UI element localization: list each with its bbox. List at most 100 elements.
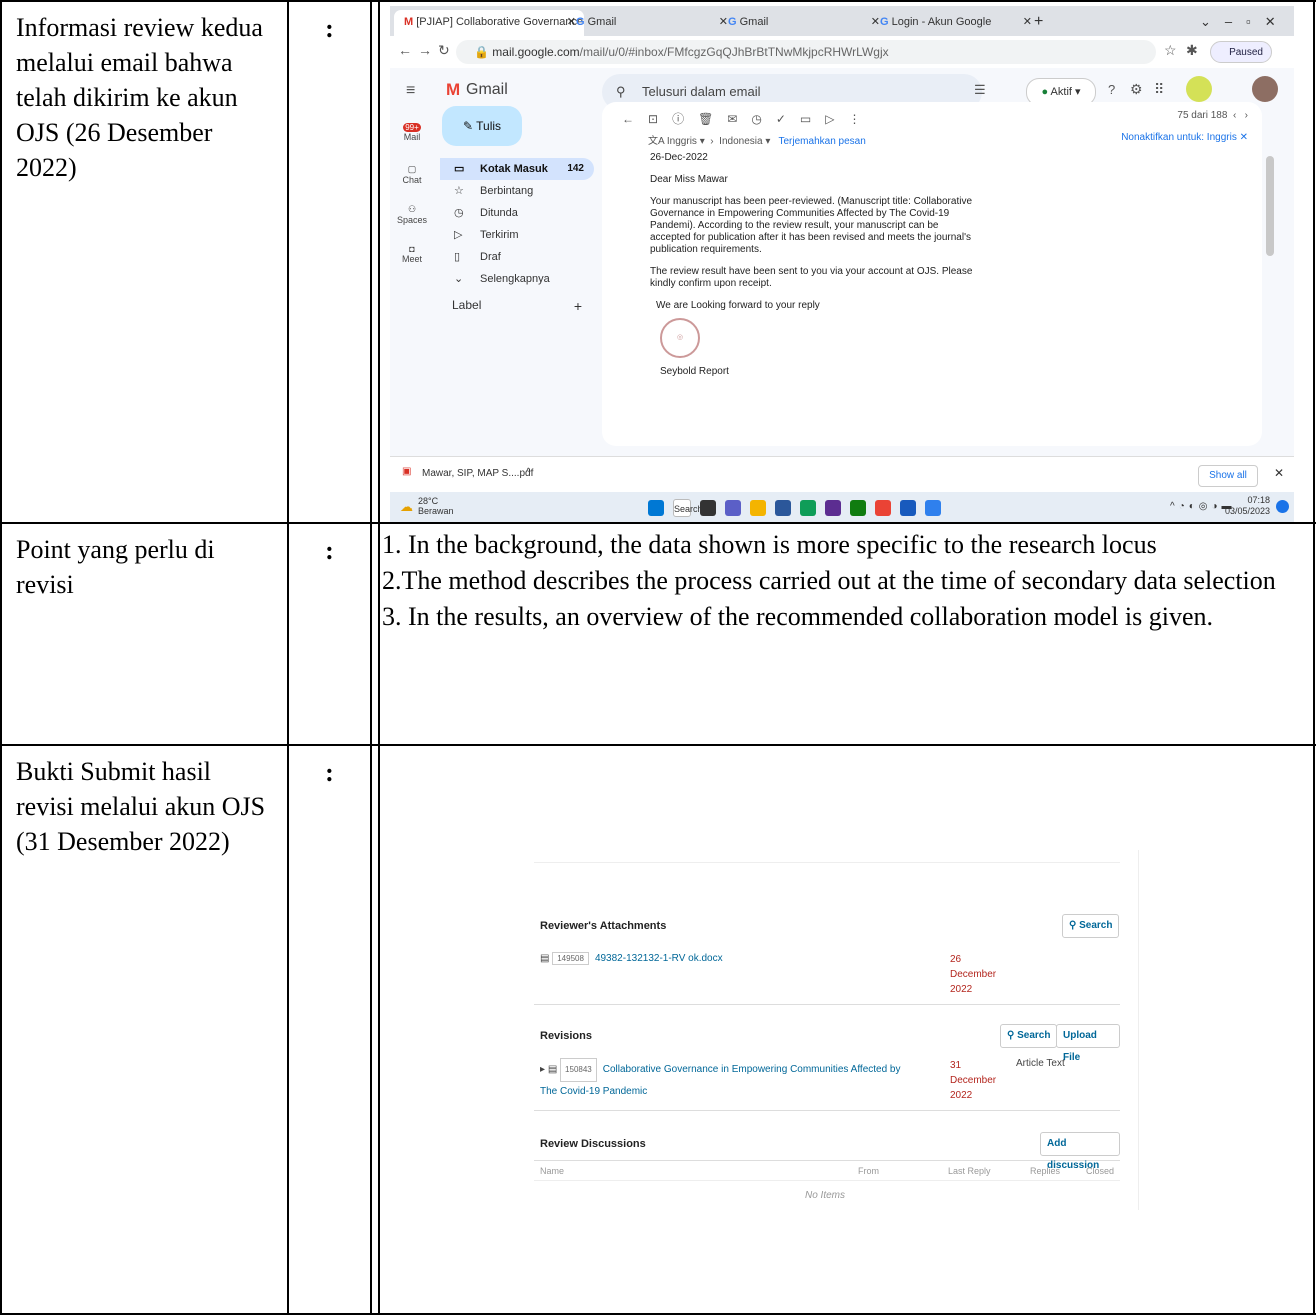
translate-link[interactable]: Terjemahkan pesan [779, 136, 866, 147]
photos-icon[interactable] [925, 500, 941, 516]
archive-icon[interactable]: ⊡ [648, 112, 672, 126]
file-link[interactable]: Collaborative Governance in Empowering C… [603, 1064, 901, 1075]
folder-more[interactable]: ⌄ Selengkapnya [440, 268, 594, 290]
more-icon[interactable]: ⋮ [849, 112, 875, 126]
email-paragraph: We are Looking forward to your reply [656, 300, 820, 311]
apps-grid-icon[interactable]: ⠿ [1154, 81, 1164, 98]
expand-icon[interactable]: ▸ [540, 1064, 548, 1075]
filter-icon[interactable]: ☰ [974, 82, 986, 98]
report-icon[interactable]: ⓘ [672, 112, 698, 126]
scrollbar[interactable] [1266, 156, 1274, 256]
translate-off-label: Nonaktifkan untuk: Inggris [1121, 132, 1237, 143]
add-discussion-button[interactable]: Add discussion [1040, 1132, 1120, 1171]
label-header: Label [452, 298, 482, 312]
folder-sent[interactable]: ▷ Terkirim [440, 224, 594, 246]
star-icon: ☆ [454, 185, 464, 197]
delete-icon[interactable]: 🗑 [698, 112, 727, 126]
store-icon[interactable] [775, 500, 791, 516]
browser-tab[interactable]: M [PJIAP] Collaborative Governance ✕ [394, 10, 584, 36]
show-all-button[interactable]: Show all [1198, 465, 1258, 487]
back-icon[interactable]: ← [622, 112, 648, 126]
word-icon[interactable] [900, 500, 916, 516]
rail-chat[interactable]: ▢ Chat [390, 164, 434, 185]
add-label-icon[interactable]: + [574, 298, 582, 314]
taskview-icon[interactable] [700, 500, 716, 516]
date-month: December [950, 1075, 997, 1086]
column-header: Last Reply [948, 1166, 991, 1176]
forward-icon[interactable]: → [418, 42, 432, 58]
rail-spaces[interactable]: ⚇ Spaces [390, 204, 434, 225]
chevron-left-icon[interactable]: ‹ [1230, 110, 1239, 121]
browser-tab[interactable]: G Gmail ✕ [718, 10, 888, 36]
task-icon[interactable]: ✓ [776, 112, 800, 126]
folder-inbox[interactable]: ▭ Kotak Masuk 142 [440, 158, 594, 180]
edge-icon[interactable] [800, 500, 816, 516]
gmail-logo-icon: M [446, 80, 461, 99]
chevron-up-icon[interactable]: ^ [526, 467, 531, 478]
upload-file-button[interactable]: Upload File [1056, 1024, 1120, 1063]
menu-icon[interactable]: ≡ [406, 82, 415, 100]
profile-paused-button[interactable]: Paused [1210, 41, 1272, 63]
taskbar-clock[interactable]: 07:18 03/05/2023 [1225, 495, 1270, 517]
back-icon[interactable]: ← [398, 42, 412, 58]
compose-button[interactable]: ✎ Tulis [442, 106, 522, 146]
file-link[interactable]: The Covid-19 Pandemic [540, 1086, 647, 1097]
xbox-icon[interactable] [850, 500, 866, 516]
taskbar-search[interactable]: Search [673, 499, 703, 517]
windows-taskbar: ☁ 28°C Berawan Search ^◔◐◎◑▬ 07:18 03/05/2… [390, 492, 1294, 522]
revision-date: 31 December 2022 [950, 1058, 996, 1103]
email-paragraph: The review result have been sent to you … [650, 266, 973, 289]
translate-to[interactable]: Indonesia [719, 136, 762, 147]
weather-desc: Berawan [418, 506, 454, 516]
folder-count: 142 [567, 163, 584, 174]
explorer-icon[interactable] [750, 500, 766, 516]
folder-snoozed[interactable]: ◷ Ditunda [440, 202, 594, 224]
chevron-right-icon[interactable]: › [1242, 110, 1248, 121]
window-controls[interactable]: ⌄–▫✕ [1190, 10, 1294, 36]
revision-point: 2.The method describes the process carri… [382, 566, 1276, 595]
notification-icon[interactable] [1276, 500, 1289, 513]
translate-from[interactable]: Inggris [667, 136, 697, 147]
rail-mail[interactable]: 99+ Mail [390, 122, 434, 142]
pencil-icon: ✎ [462, 119, 477, 133]
pager: 75 dari 188 ‹ › [1177, 110, 1248, 121]
help-icon[interactable]: ? [1108, 82, 1115, 97]
mark-unread-icon[interactable]: ✉ [727, 112, 751, 126]
url-field[interactable]: 🔒 mail.google.com/mail/u/0/#inbox/FMfcgz… [456, 40, 1156, 64]
label-icon[interactable]: ▷ [825, 112, 848, 126]
search-button[interactable]: ⚲ Search [1062, 914, 1120, 938]
browser-tab[interactable]: G Login - Akun Google ✕ [870, 10, 1040, 36]
chrome-icon[interactable] [875, 500, 891, 516]
folder-starred[interactable]: ☆ Berbintang [440, 180, 594, 202]
folder-label: Kotak Masuk [480, 163, 548, 175]
gmail-logo-icon: M [404, 16, 417, 28]
search-button[interactable]: ⚲ Search [1000, 1024, 1058, 1048]
translate-off[interactable]: Nonaktifkan untuk: Inggris ✕ [1121, 132, 1248, 143]
move-icon[interactable]: ▭ [800, 112, 825, 126]
snooze-icon[interactable]: ◷ [751, 112, 775, 126]
url-path: /mail/u/0/#inbox/FMfcgzGqQJhBrBtTNwMkjpc… [579, 45, 889, 59]
weather-widget[interactable]: 28°C Berawan [418, 496, 454, 516]
extensions-icon[interactable]: ✱ [1186, 42, 1198, 59]
date-year: 2022 [950, 984, 973, 995]
close-icon[interactable]: ✕ [1274, 466, 1284, 480]
download-file[interactable]: Mawar, SIP, MAP S....pdf [422, 468, 533, 479]
search-icon: ⚲ [1069, 920, 1080, 931]
email-body: 26-Dec-2022 Dear Miss Mawar Your manuscr… [650, 152, 980, 388]
date-year: 2022 [950, 1090, 973, 1101]
new-tab-icon[interactable]: + [1024, 10, 1074, 36]
file-link[interactable]: 49382-132132-1-RV ok.docx [595, 953, 723, 964]
folder-label: Terkirim [480, 229, 519, 241]
folder-label: Berbintang [480, 185, 534, 197]
teams-icon[interactable] [725, 500, 741, 516]
app-icon[interactable] [825, 500, 841, 516]
settings-icon[interactable]: ⚙ [1130, 81, 1143, 98]
rail-meet[interactable]: ◘ Meet [390, 244, 434, 264]
browser-tab[interactable]: G Gmail ✕ [566, 10, 736, 36]
windows-start-icon[interactable] [648, 500, 664, 516]
star-icon[interactable]: ☆ [1164, 42, 1177, 59]
folder-drafts[interactable]: ▯ Draf [440, 246, 594, 268]
avatar[interactable] [1252, 76, 1278, 102]
reload-icon[interactable]: ↻ [438, 42, 450, 59]
google-icon: G [880, 16, 892, 28]
